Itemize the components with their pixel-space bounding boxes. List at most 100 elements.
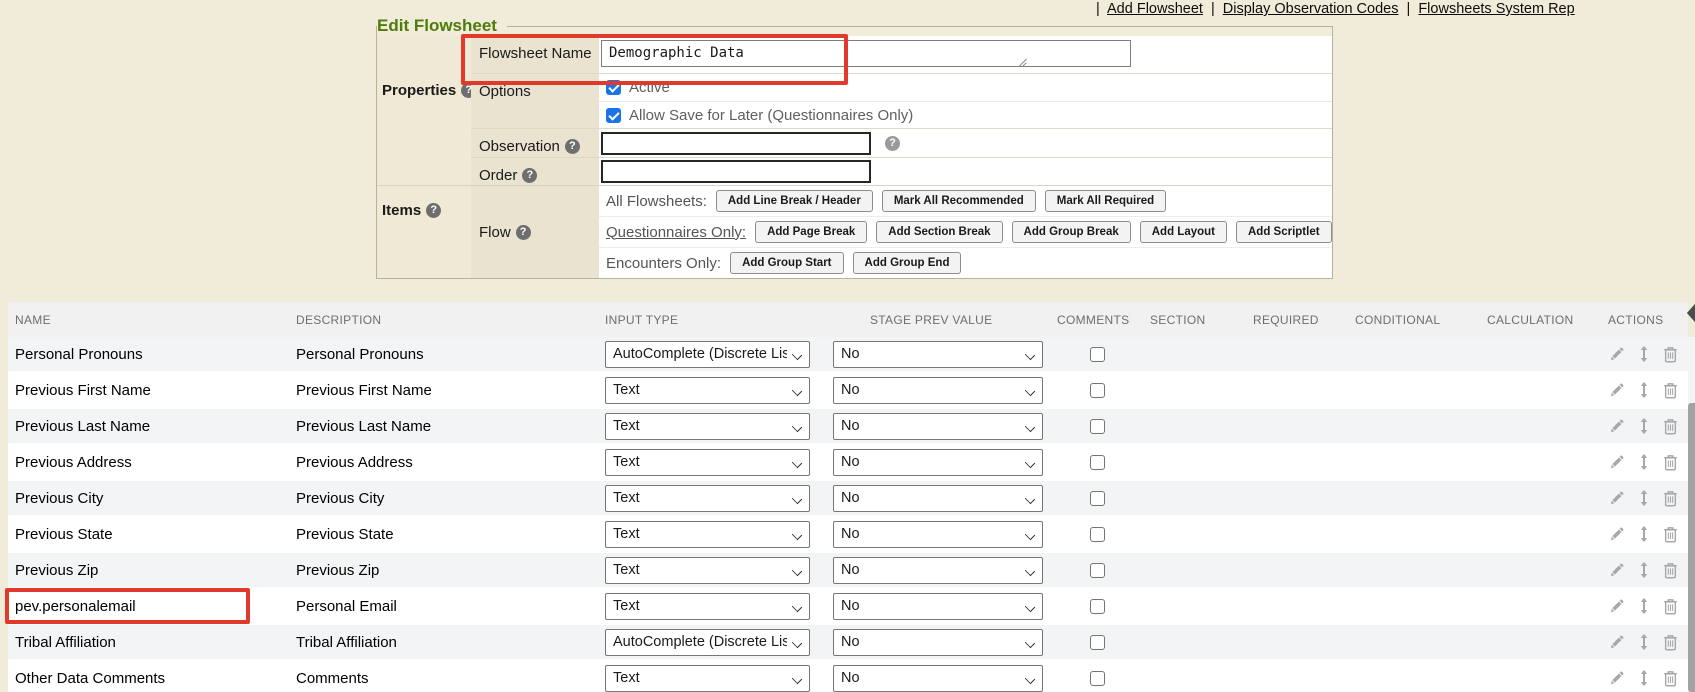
edit-pencil-icon[interactable]: [1608, 525, 1626, 543]
delete-trash-icon[interactable]: [1662, 489, 1679, 507]
flow-action-button[interactable]: Add Scriptlet: [1236, 221, 1332, 243]
edit-pencil-icon[interactable]: [1608, 345, 1626, 363]
flow-action-button[interactable]: Mark All Recommended: [882, 190, 1036, 212]
delete-trash-icon[interactable]: [1662, 453, 1679, 471]
flowsheet-name-input[interactable]: Demographic Data: [601, 40, 1131, 67]
comments-checkbox[interactable]: [1090, 383, 1105, 398]
move-up-down-icon[interactable]: [1637, 597, 1651, 615]
stage-prev-value-select[interactable]: No: [833, 413, 1043, 440]
flow-action-button[interactable]: Add Layout: [1140, 221, 1227, 243]
delete-trash-icon[interactable]: [1662, 561, 1679, 579]
nav-link-add-flowsheet[interactable]: Add Flowsheet: [1107, 1, 1203, 17]
edit-pencil-icon[interactable]: [1608, 417, 1626, 435]
stage-prev-value-select[interactable]: No: [833, 629, 1043, 656]
stage-prev-value-select[interactable]: No: [833, 485, 1043, 512]
edit-pencil-icon[interactable]: [1608, 561, 1626, 579]
edit-pencil-icon[interactable]: [1608, 597, 1626, 615]
move-up-down-icon[interactable]: [1637, 417, 1651, 435]
input-type-select[interactable]: Text: [605, 557, 810, 584]
input-type-select[interactable]: Text: [605, 485, 810, 512]
option-checkbox[interactable]: [606, 108, 621, 123]
move-up-down-icon[interactable]: [1637, 345, 1651, 363]
stage-prev-value-select[interactable]: No: [833, 449, 1043, 476]
header-conditional: CONDITIONAL: [1355, 313, 1487, 327]
edit-pencil-icon[interactable]: [1608, 453, 1626, 471]
input-type-select[interactable]: Text: [605, 449, 810, 476]
option-checkbox[interactable]: [606, 80, 621, 95]
input-type-select[interactable]: Text: [605, 593, 810, 620]
chevron-down-icon: [1025, 457, 1035, 467]
move-up-down-icon[interactable]: [1637, 669, 1651, 687]
chevron-down-icon: [1025, 565, 1035, 575]
flow-label: Flow: [471, 186, 599, 278]
input-type-select[interactable]: Text: [605, 413, 810, 440]
move-up-down-icon[interactable]: [1637, 525, 1651, 543]
options-row: Options Active Allow Save for Later (Que…: [471, 73, 1332, 128]
move-up-down-icon[interactable]: [1637, 381, 1651, 399]
move-up-down-icon[interactable]: [1637, 453, 1651, 471]
header-calculation: CALCULATION: [1487, 313, 1608, 327]
stage-prev-value-select[interactable]: No: [833, 377, 1043, 404]
help-icon[interactable]: [522, 168, 537, 183]
comments-checkbox[interactable]: [1090, 635, 1105, 650]
row-name: Tribal Affiliation: [8, 634, 296, 651]
help-icon[interactable]: [885, 136, 900, 151]
delete-trash-icon[interactable]: [1662, 597, 1679, 615]
delete-trash-icon[interactable]: [1662, 381, 1679, 399]
chevron-down-icon: [1025, 637, 1035, 647]
comments-checkbox[interactable]: [1090, 419, 1105, 434]
input-type-select[interactable]: Text: [605, 521, 810, 548]
delete-trash-icon[interactable]: [1662, 345, 1679, 363]
vertical-scrollbar-thumb[interactable]: [1688, 403, 1695, 692]
chevron-down-icon: [1025, 385, 1035, 395]
delete-trash-icon[interactable]: [1662, 525, 1679, 543]
help-icon[interactable]: [565, 139, 580, 154]
flow-line-encounters-only: Encounters Only: Add Group Start Add Gro…: [599, 247, 1332, 278]
input-type-value: Text: [613, 598, 640, 614]
comments-checkbox[interactable]: [1090, 599, 1105, 614]
edit-pencil-icon[interactable]: [1608, 489, 1626, 507]
comments-checkbox[interactable]: [1090, 347, 1105, 362]
edit-pencil-icon[interactable]: [1608, 633, 1626, 651]
comments-checkbox[interactable]: [1090, 527, 1105, 542]
nav-link-flowsheets-system-report[interactable]: Flowsheets System Rep: [1418, 1, 1574, 17]
flow-action-button[interactable]: Add Group End: [853, 252, 962, 274]
nav-link-display-observation-codes[interactable]: Display Observation Codes: [1223, 1, 1399, 17]
input-type-select[interactable]: Text: [605, 377, 810, 404]
delete-trash-icon[interactable]: [1662, 417, 1679, 435]
stage-prev-value-select[interactable]: No: [833, 557, 1043, 584]
flow-action-button[interactable]: Mark All Required: [1045, 190, 1166, 212]
help-icon[interactable]: [516, 225, 531, 240]
stage-prev-value-select[interactable]: No: [833, 521, 1043, 548]
observation-input[interactable]: [601, 132, 871, 155]
delete-trash-icon[interactable]: [1662, 633, 1679, 651]
flow-action-button[interactable]: Add Group Break: [1012, 221, 1131, 243]
move-up-down-icon[interactable]: [1637, 633, 1651, 651]
help-icon[interactable]: [426, 203, 441, 218]
input-type-select[interactable]: AutoComplete (Discrete List): [605, 629, 810, 656]
stage-prev-value-select[interactable]: No: [833, 665, 1043, 692]
stage-prev-value-select[interactable]: No: [833, 593, 1043, 620]
move-up-down-icon[interactable]: [1637, 489, 1651, 507]
comments-checkbox[interactable]: [1090, 563, 1105, 578]
chevron-down-icon: [792, 637, 802, 647]
resize-handle-icon[interactable]: [1017, 58, 1026, 67]
delete-trash-icon[interactable]: [1662, 669, 1679, 687]
chevron-down-icon: [792, 457, 802, 467]
flow-action-button[interactable]: Add Line Break / Header: [716, 190, 873, 212]
flow-action-button[interactable]: Add Group Start: [730, 252, 843, 274]
edit-pencil-icon[interactable]: [1608, 381, 1626, 399]
input-type-select[interactable]: AutoComplete (Discrete List): [605, 341, 810, 368]
comments-checkbox[interactable]: [1090, 455, 1105, 470]
input-type-select[interactable]: Text: [605, 665, 810, 692]
edit-pencil-icon[interactable]: [1608, 669, 1626, 687]
comments-checkbox[interactable]: [1090, 671, 1105, 686]
move-up-down-icon[interactable]: [1637, 561, 1651, 579]
comments-checkbox[interactable]: [1090, 491, 1105, 506]
row-description: Previous Address: [296, 454, 605, 471]
chevron-down-icon: [792, 529, 802, 539]
stage-prev-value-select[interactable]: No: [833, 341, 1043, 368]
order-input[interactable]: [601, 160, 871, 183]
flow-action-button[interactable]: Add Section Break: [876, 221, 1002, 243]
flow-action-button[interactable]: Add Page Break: [755, 221, 867, 243]
